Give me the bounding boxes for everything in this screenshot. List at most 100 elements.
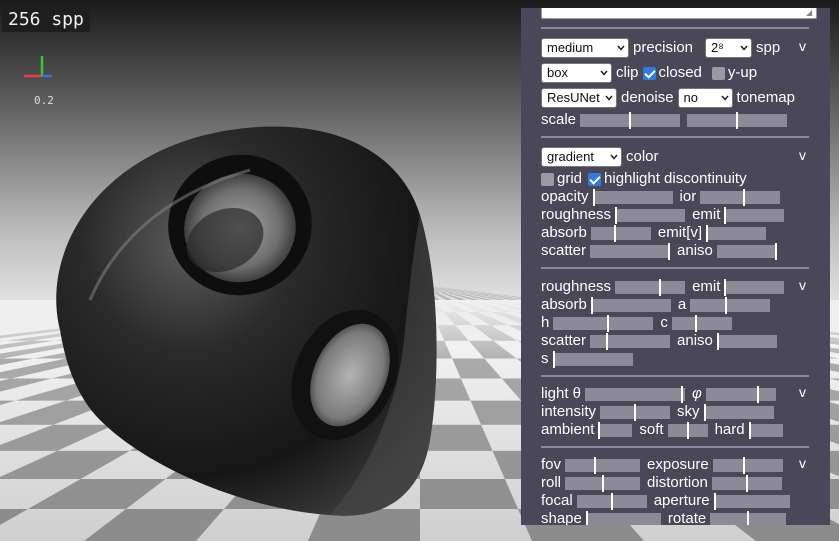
slider-handle[interactable]: [745, 474, 748, 492]
grid-checkbox[interactable]: [541, 172, 554, 186]
spp-select[interactable]: 2⁸: [705, 38, 753, 58]
bg-emit-slider[interactable]: [724, 278, 785, 296]
chevron-down-icon: [605, 95, 613, 101]
roughness-slider[interactable]: [615, 206, 686, 224]
soft-label: soft: [639, 421, 664, 438]
collapse-material-toggle[interactable]: v: [799, 147, 806, 163]
light-phi-slider[interactable]: [705, 385, 776, 403]
bg-aniso-slider[interactable]: [716, 332, 777, 350]
slider-handle[interactable]: [703, 403, 706, 421]
hard-slider[interactable]: [748, 421, 783, 439]
clip-select[interactable]: box: [541, 63, 612, 83]
slider-handle[interactable]: [668, 242, 671, 260]
denoise-select[interactable]: ResUNet: [541, 88, 617, 108]
slider-handle[interactable]: [743, 456, 746, 474]
slider-handle[interactable]: [605, 332, 608, 350]
slider-handle[interactable]: [594, 456, 597, 474]
bg-roughness-slider[interactable]: [615, 278, 686, 296]
slider-handle[interactable]: [592, 188, 595, 206]
scatter-slider[interactable]: [590, 242, 671, 260]
slider-handle[interactable]: [747, 510, 750, 525]
slider-handle[interactable]: [716, 332, 719, 350]
slider-handle[interactable]: [610, 492, 613, 510]
slider-handle[interactable]: [615, 206, 618, 224]
a-slider[interactable]: [690, 296, 771, 314]
distortion-slider[interactable]: [711, 474, 782, 492]
focal-slider[interactable]: [576, 492, 647, 510]
slider-handle[interactable]: [614, 224, 617, 242]
slider-handle[interactable]: [634, 403, 637, 421]
slider-handle[interactable]: [743, 188, 746, 206]
highlight-discontinuity-checkbox[interactable]: [588, 172, 602, 186]
chevron-down-icon: [617, 45, 625, 51]
collapse-medium-toggle[interactable]: v: [799, 277, 806, 293]
light-theta-slider[interactable]: [585, 385, 686, 403]
focal-label: focal: [541, 492, 573, 509]
slider-handle[interactable]: [695, 314, 698, 332]
slider-handle[interactable]: [659, 278, 662, 296]
roughness-label: roughness: [541, 206, 612, 223]
ambient-label: ambient: [541, 421, 595, 438]
slider-handle[interactable]: [681, 385, 684, 403]
script-textarea[interactable]: ◢: [541, 8, 817, 19]
absorb-slider[interactable]: [590, 224, 651, 242]
scale-slider-1[interactable]: [580, 111, 681, 129]
fov-slider[interactable]: [565, 456, 641, 474]
color-select[interactable]: gradient: [541, 147, 622, 167]
shape-slider[interactable]: [585, 510, 661, 525]
rotate-label: rotate: [667, 510, 707, 525]
divider: [541, 375, 809, 377]
opacity-label: opacity: [541, 188, 589, 205]
collapse-render-toggle[interactable]: v: [799, 38, 806, 54]
slider-handle[interactable]: [607, 314, 610, 332]
slider-handle[interactable]: [585, 510, 588, 525]
exposure-label: exposure: [647, 456, 709, 473]
aperture-slider[interactable]: [713, 492, 790, 510]
slider-handle[interactable]: [598, 421, 601, 439]
emitv-slider[interactable]: [706, 224, 767, 242]
sky-slider[interactable]: [703, 403, 774, 421]
slider-handle[interactable]: [552, 350, 555, 368]
bg-scatter-slider[interactable]: [590, 332, 671, 350]
absorb-label: absorb: [541, 224, 587, 241]
resize-grip-icon[interactable]: ◢: [806, 9, 814, 17]
slider-handle[interactable]: [590, 296, 593, 314]
slider-handle[interactable]: [724, 206, 727, 224]
slider-handle[interactable]: [774, 242, 777, 260]
scale-slider-2[interactable]: [687, 111, 788, 129]
roll-slider[interactable]: [565, 474, 641, 492]
slider-handle[interactable]: [725, 296, 728, 314]
slider-handle[interactable]: [724, 278, 727, 296]
rotate-slider[interactable]: [710, 510, 787, 525]
collapse-light-toggle[interactable]: v: [799, 384, 806, 400]
h-slider[interactable]: [553, 314, 654, 332]
aniso-slider[interactable]: [716, 242, 777, 260]
slider-handle[interactable]: [756, 385, 759, 403]
slider-handle[interactable]: [736, 111, 739, 129]
slider-handle[interactable]: [713, 492, 716, 510]
soft-slider[interactable]: [667, 421, 708, 439]
bg-scatter-label: scatter: [541, 332, 587, 349]
slider-handle[interactable]: [706, 224, 709, 242]
opacity-slider[interactable]: [592, 188, 673, 206]
slider-handle[interactable]: [748, 421, 751, 439]
slider-handle[interactable]: [629, 111, 632, 129]
tonemap-select[interactable]: no: [677, 88, 733, 108]
c-slider[interactable]: [671, 314, 732, 332]
chevron-down-icon: [720, 95, 729, 101]
slider-handle[interactable]: [601, 474, 604, 492]
yup-checkbox[interactable]: [711, 66, 725, 80]
exposure-slider[interactable]: [712, 456, 783, 474]
ior-slider[interactable]: [700, 188, 781, 206]
closed-checkbox[interactable]: [642, 66, 656, 80]
tonemap-label: tonemap: [736, 89, 795, 106]
precision-select[interactable]: medium: [541, 38, 629, 58]
s-slider[interactable]: [552, 350, 633, 368]
intensity-slider[interactable]: [600, 403, 671, 421]
intensity-label: intensity: [541, 403, 597, 420]
slider-handle[interactable]: [686, 421, 689, 439]
collapse-camera-toggle[interactable]: v: [799, 455, 806, 471]
emit-slider[interactable]: [724, 206, 785, 224]
bg-absorb-slider[interactable]: [590, 296, 671, 314]
ambient-slider[interactable]: [598, 421, 633, 439]
